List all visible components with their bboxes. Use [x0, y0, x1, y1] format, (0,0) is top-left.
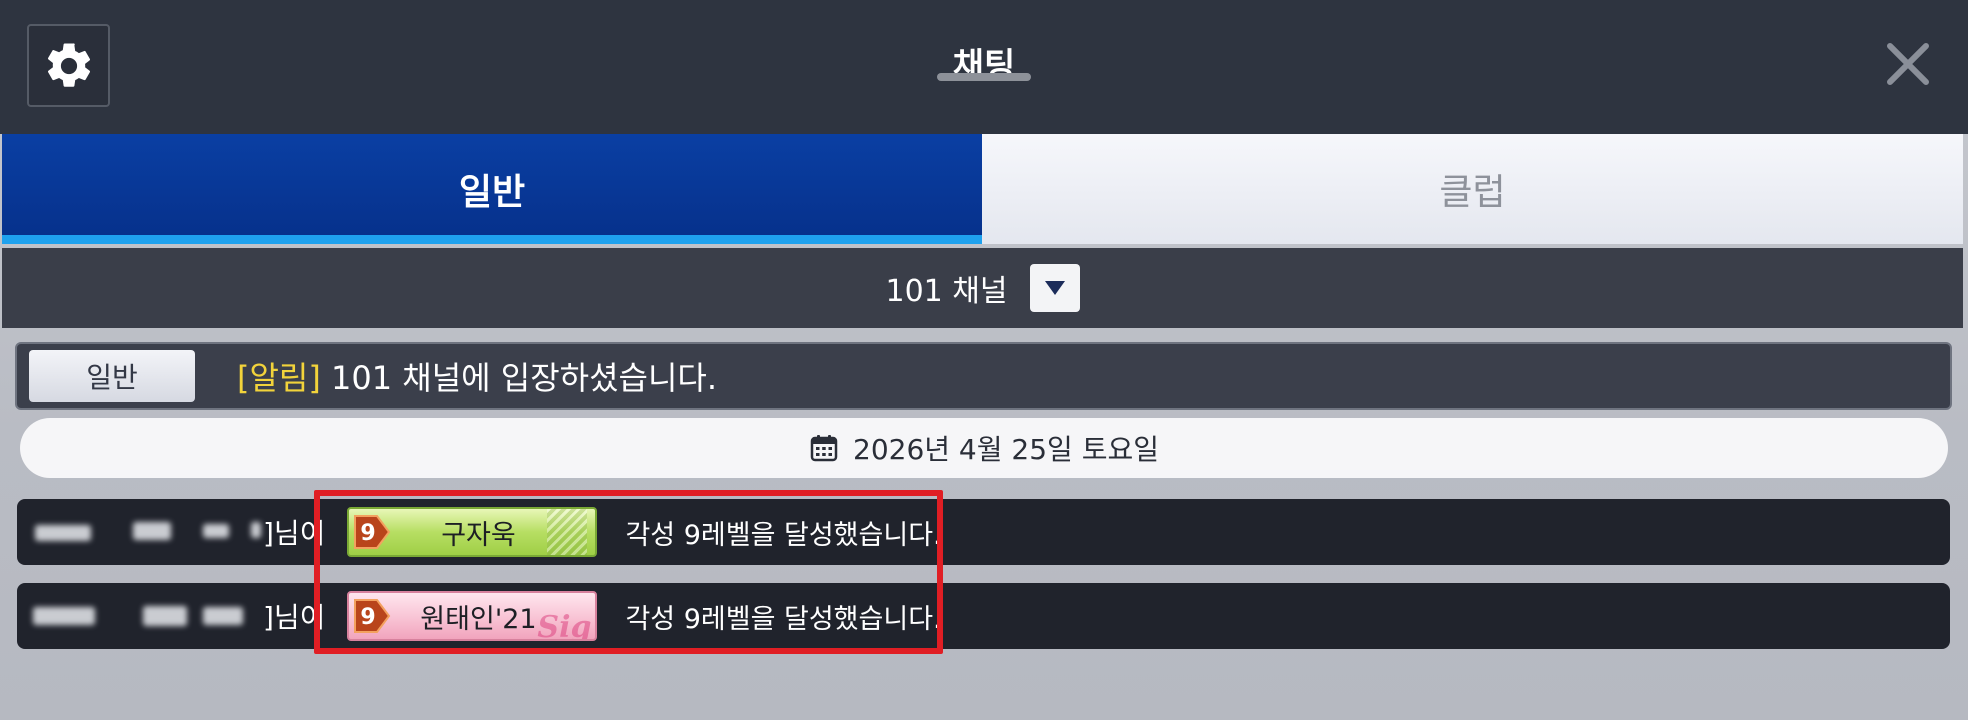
title-underline — [937, 73, 1031, 81]
tab-general-label: 일반 — [458, 172, 526, 213]
level-number: 9 — [361, 605, 376, 630]
level-badge-icon: 9 — [351, 512, 391, 552]
close-button[interactable] — [1880, 36, 1936, 92]
level-badge-icon: 9 — [351, 596, 391, 636]
player-card[interactable]: Sig 9 원태인'21 — [347, 591, 598, 641]
notice-channel-badge: 일반 — [29, 350, 195, 402]
card-decoration — [547, 509, 588, 555]
channel-label: 101 채널 — [885, 274, 1008, 309]
tab-general[interactable]: 일반 — [2, 134, 982, 244]
tab-club[interactable]: 클럽 — [982, 134, 1963, 244]
username-redacted — [25, 512, 263, 552]
notice-tag: [알림] — [237, 359, 321, 397]
username-redacted — [25, 596, 263, 636]
channel-dropdown-button[interactable] — [1029, 264, 1080, 312]
level-number: 9 — [361, 521, 376, 546]
player-card[interactable]: 9 구자욱 — [347, 507, 598, 557]
chat-message-text: 각성 9레벨을 달성했습니다. — [625, 603, 942, 635]
notice-message: [알림] 101 채널에 입장하셨습니다. — [237, 353, 717, 399]
signature-mark: Sig — [537, 610, 592, 641]
close-icon — [1887, 43, 1929, 85]
player-name: 구자욱 — [441, 519, 516, 551]
user-suffix: ]님이 — [263, 517, 326, 550]
header-bar: 채팅 — [0, 0, 1968, 134]
user-suffix: ]님이 — [263, 601, 326, 634]
notice-text: 101 채널에 입장하셨습니다. — [320, 359, 718, 397]
date-divider: 2026년 4월 25일 토요일 — [20, 418, 1948, 478]
triangle-down-icon — [1044, 281, 1065, 295]
chat-message-text: 각성 9레벨을 달성했습니다. — [625, 519, 942, 551]
channel-selector: 101 채널 — [2, 248, 1963, 328]
chat-message-row: ]님이 9 구자욱 각성 9레벨을 달성했습니다. — [17, 499, 1950, 565]
calendar-icon — [810, 435, 838, 462]
chat-message-row: ]님이 Sig 9 원태인'21 각성 9레벨을 달성했습니다. — [17, 583, 1950, 649]
date-text: 2026년 4월 25일 토요일 — [853, 433, 1159, 466]
tab-club-label: 클럽 — [1439, 172, 1506, 213]
system-notice-row: 일반 [알림] 101 채널에 입장하셨습니다. — [15, 342, 1952, 410]
player-name: 원태인'21 — [420, 603, 537, 635]
